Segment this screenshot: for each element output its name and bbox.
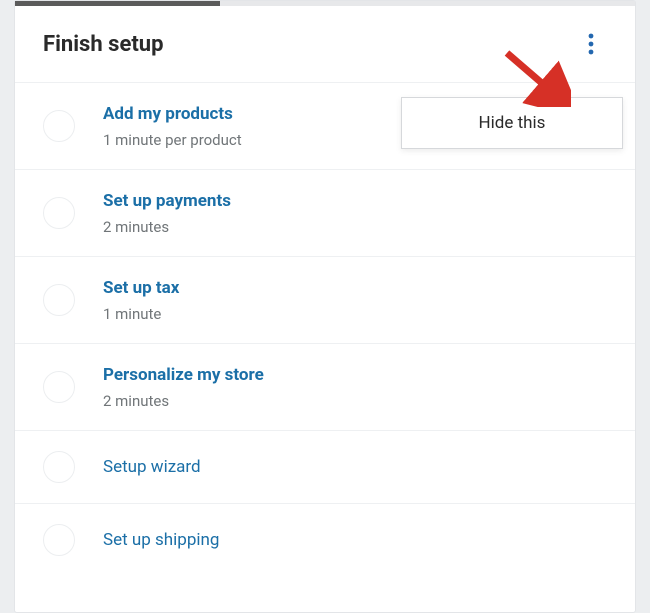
task-text: Set up payments 2 minutes [103, 190, 231, 236]
task-text: Set up tax 1 minute [103, 277, 179, 323]
task-sub: 2 minutes [103, 392, 264, 410]
kebab-popover: Hide this [401, 97, 623, 149]
task-status-circle-icon [43, 524, 75, 556]
more-options-button[interactable] [575, 28, 607, 60]
task-title[interactable]: Set up payments [103, 190, 231, 212]
task-title[interactable]: Add my products [103, 103, 242, 125]
task-sub: 2 minutes [103, 218, 231, 236]
task-status-circle-icon [43, 451, 75, 483]
task-status-circle-icon [43, 284, 75, 316]
setup-card: Finish setup Add my products 1 minute pe… [14, 0, 636, 613]
task-sub: 1 minute [103, 305, 179, 323]
progress-fill [15, 1, 220, 6]
task-row[interactable]: Set up tax 1 minute [15, 257, 635, 344]
task-row[interactable]: Personalize my store 2 minutes [15, 344, 635, 431]
task-text: Add my products 1 minute per product [103, 103, 242, 149]
task-sub: 1 minute per product [103, 131, 242, 149]
task-title[interactable]: Setup wizard [103, 456, 201, 478]
task-title[interactable]: Personalize my store [103, 364, 264, 386]
card-header: Finish setup [15, 6, 635, 83]
task-text: Set up shipping [103, 529, 219, 551]
task-text: Personalize my store 2 minutes [103, 364, 264, 410]
task-title[interactable]: Set up shipping [103, 529, 219, 551]
task-row[interactable]: Setup wizard [15, 431, 635, 504]
kebab-menu-icon [588, 33, 594, 55]
task-status-circle-icon [43, 371, 75, 403]
task-row[interactable]: Set up payments 2 minutes [15, 170, 635, 257]
task-text: Setup wizard [103, 456, 201, 478]
page-title: Finish setup [43, 32, 163, 57]
hide-this-option[interactable]: Hide this [402, 98, 622, 148]
task-status-circle-icon [43, 197, 75, 229]
progress-track [15, 1, 635, 6]
task-title[interactable]: Set up tax [103, 277, 179, 299]
task-row[interactable]: Set up shipping [15, 504, 635, 576]
task-status-circle-icon [43, 110, 75, 142]
